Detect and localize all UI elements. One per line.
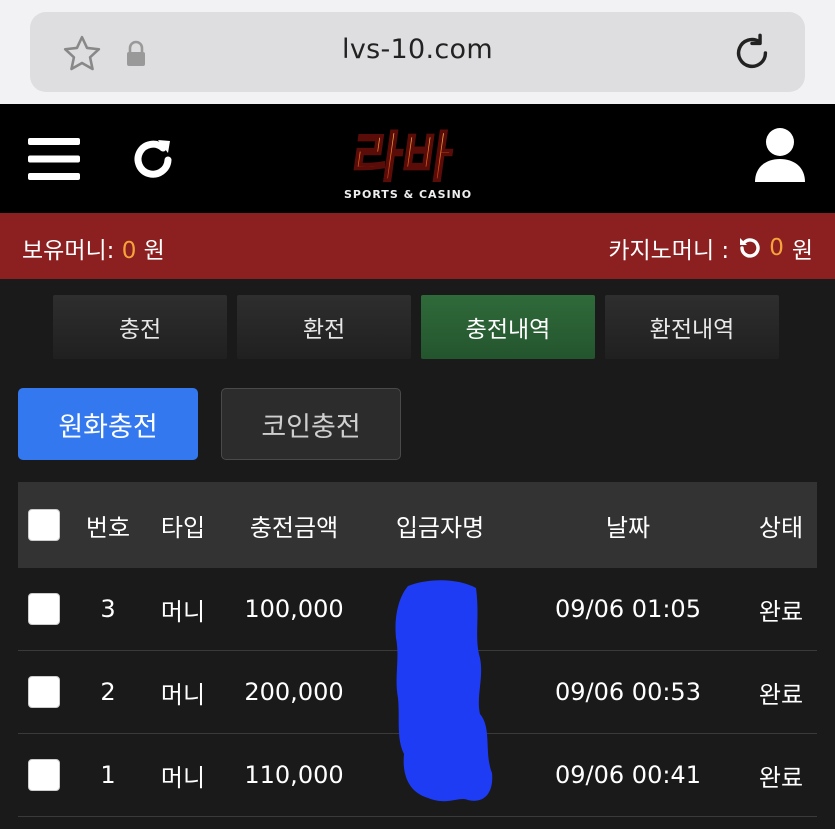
tab-withdraw[interactable]: 환전 (237, 295, 411, 359)
header-amount: 충전금액 (249, 513, 339, 542)
money-unit: 원 (143, 238, 165, 264)
row-date: 09/06 00:41 (555, 761, 701, 789)
logo-main-text: 라바 (348, 126, 456, 189)
row-date: 09/06 00:53 (555, 678, 701, 706)
row-amount: 200,000 (244, 678, 344, 706)
casino-label: 카지노머니 : (608, 238, 730, 264)
table-header: 번호 타입 충전금액 입금자명 날짜 상태 (18, 482, 817, 568)
won-deposit-button[interactable]: 원화충전 (18, 388, 198, 460)
site-logo[interactable]: 라바 SPORTS & CASINO (336, 118, 506, 204)
tab-withdraw-history[interactable]: 환전내역 (605, 295, 779, 359)
url-text[interactable]: lvs-10.com (30, 34, 805, 65)
header-date: 날짜 (605, 513, 651, 542)
row-status: 완료 (758, 763, 804, 792)
casino-balance: 카지노머니 : 0 원 (608, 231, 813, 265)
row-date: 09/06 01:05 (555, 595, 701, 623)
row-num: 1 (100, 761, 116, 789)
header-num: 번호 (85, 513, 131, 542)
row-status: 완료 (758, 597, 804, 626)
address-bar[interactable]: lvs-10.com (30, 12, 805, 92)
row-checkbox[interactable] (28, 759, 60, 791)
row-num: 2 (100, 678, 116, 706)
balance-bar: 보유머니: 0 원 카지노머니 : 0 원 (0, 213, 835, 279)
site-header: 라바 SPORTS & CASINO (0, 104, 835, 213)
tab-bar: 충전 환전 충전내역 환전내역 (53, 295, 779, 359)
row-type: 머니 (160, 680, 206, 709)
browser-bar: lvs-10.com (0, 0, 835, 104)
row-status: 완료 (758, 680, 804, 709)
casino-refresh-icon[interactable] (737, 235, 763, 261)
casino-value: 0 (769, 235, 784, 261)
tab-deposit-history[interactable]: 충전내역 (421, 295, 595, 359)
row-num: 3 (100, 595, 116, 623)
casino-unit: 원 (791, 238, 813, 264)
money-label: 보유머니: (22, 238, 115, 264)
redaction-scribble (395, 580, 493, 802)
logo-sub-text: SPORTS & CASINO (344, 188, 472, 201)
menu-icon[interactable] (28, 136, 82, 182)
row-checkbox[interactable] (28, 593, 60, 625)
select-all-checkbox[interactable] (28, 509, 60, 541)
money-value: 0 (121, 238, 137, 264)
header-status: 상태 (758, 513, 804, 542)
coin-deposit-button[interactable]: 코인충전 (221, 388, 401, 460)
row-amount: 100,000 (244, 595, 344, 623)
header-type: 타입 (160, 513, 206, 542)
row-checkbox[interactable] (28, 676, 60, 708)
user-icon[interactable] (753, 126, 807, 184)
money-balance: 보유머니: 0 원 (22, 231, 165, 265)
row-type: 머니 (160, 763, 206, 792)
refresh-icon[interactable] (128, 134, 178, 184)
tab-deposit[interactable]: 충전 (53, 295, 227, 359)
row-amount: 110,000 (244, 761, 344, 789)
reload-icon[interactable] (729, 30, 775, 76)
row-type: 머니 (160, 597, 206, 626)
header-depositor: 입금자명 (395, 513, 485, 542)
